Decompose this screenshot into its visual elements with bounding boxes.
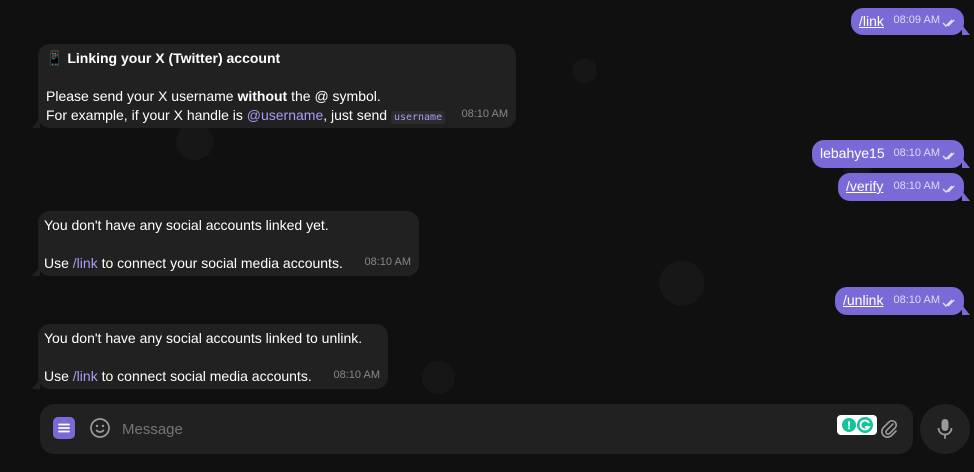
message-title: Linking your X (Twitter) account xyxy=(67,50,281,66)
text-part: , just send xyxy=(323,107,391,123)
smiley-icon xyxy=(90,418,110,438)
read-check-icon xyxy=(942,299,955,307)
microphone-icon xyxy=(937,419,953,439)
voice-record-button[interactable] xyxy=(920,404,970,454)
link-command[interactable]: /link xyxy=(73,255,98,271)
text-part: For example, if your X handle is xyxy=(46,107,247,123)
message-text[interactable]: /verify xyxy=(846,178,883,194)
text-part: to connect your social media accounts. xyxy=(97,255,343,271)
message-line: Please send your X username without the … xyxy=(46,87,508,106)
read-check-icon xyxy=(942,185,955,193)
text-part: Use xyxy=(44,368,73,384)
message-line: You don't have any social accounts linke… xyxy=(44,330,363,346)
message-title-row: 📱 Linking your X (Twitter) account xyxy=(46,49,508,68)
message-line: For example, if your X handle is @userna… xyxy=(46,106,508,127)
text-part: Use xyxy=(44,255,73,271)
outgoing-message-username[interactable]: lebahye15 08:10 AM xyxy=(812,140,970,168)
text-part: the @ symbol. xyxy=(287,88,381,104)
message-time: 08:10 AM xyxy=(893,294,940,306)
link-command[interactable]: /link xyxy=(73,368,98,384)
message-time: 08:10 AM xyxy=(364,256,411,268)
outgoing-message-verify[interactable]: /verify 08:10 AM xyxy=(838,173,970,201)
read-check-icon xyxy=(942,152,955,160)
message-time: 08:10 AM xyxy=(333,369,380,381)
outgoing-message-unlink[interactable]: /unlink 08:10 AM xyxy=(835,287,970,315)
phone-emoji-icon: 📱 xyxy=(46,50,64,66)
incoming-message-no-accounts[interactable]: You don't have any social accounts linke… xyxy=(32,211,419,276)
message-composer xyxy=(40,404,913,454)
message-line: You don't have any social accounts linke… xyxy=(44,217,329,233)
bot-menu-button[interactable] xyxy=(53,417,75,439)
incoming-message-twitter-instructions[interactable]: 📱 Linking your X (Twitter) account Pleas… xyxy=(32,44,516,128)
text-part: to connect social media accounts. xyxy=(97,368,312,384)
menu-icon xyxy=(58,423,70,433)
attach-button[interactable] xyxy=(878,417,900,439)
incoming-message-no-unlink[interactable]: You don't have any social accounts linke… xyxy=(32,324,388,389)
paperclip-icon xyxy=(881,419,898,438)
grammarly-badge[interactable] xyxy=(837,415,877,435)
message-line: Use /link to connect your social media a… xyxy=(44,254,411,273)
message-time: 08:09 AM xyxy=(893,14,940,26)
message-input[interactable] xyxy=(122,416,822,442)
message-time: 08:10 AM xyxy=(461,108,508,120)
message-text: lebahye15 xyxy=(820,145,885,161)
read-check-icon xyxy=(942,19,955,27)
emoji-button[interactable] xyxy=(89,417,111,439)
grammarly-icon xyxy=(842,417,873,433)
mention-link[interactable]: @username xyxy=(247,107,323,123)
outgoing-message-link[interactable]: /link 08:09 AM xyxy=(851,8,970,35)
message-text[interactable]: /link xyxy=(859,13,884,29)
message-line: Use /link to connect social media accoun… xyxy=(44,367,380,386)
message-time: 08:10 AM xyxy=(893,180,940,192)
message-time: 08:10 AM xyxy=(893,147,940,159)
message-text[interactable]: /unlink xyxy=(843,292,883,308)
text-part: Please send your X username xyxy=(46,88,238,104)
bold-text: without xyxy=(237,88,288,104)
inline-code[interactable]: username xyxy=(390,111,446,124)
